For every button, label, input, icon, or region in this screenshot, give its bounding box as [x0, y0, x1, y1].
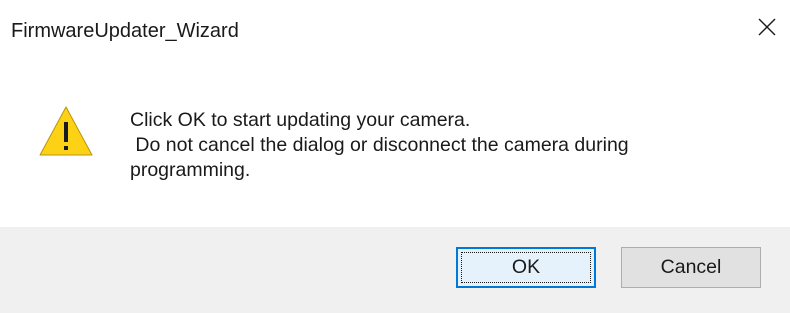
- dialog-content: Click OK to start updating your camera. …: [0, 62, 790, 227]
- cancel-button[interactable]: Cancel: [621, 247, 761, 288]
- close-button[interactable]: [750, 10, 784, 44]
- dialog-message: Click OK to start updating your camera. …: [130, 109, 629, 181]
- ok-button-label: OK: [511, 256, 541, 278]
- ok-button[interactable]: OK: [456, 247, 596, 288]
- close-icon: [758, 18, 776, 36]
- button-bar: OK Cancel: [0, 227, 790, 313]
- window-title: FirmwareUpdater_Wizard: [11, 20, 239, 42]
- cancel-button-label: Cancel: [660, 256, 722, 278]
- warning-icon: [39, 106, 93, 156]
- dialog-window: FirmwareUpdater_Wizard Click OK to start…: [0, 0, 790, 313]
- title-bar: FirmwareUpdater_Wizard: [0, 0, 790, 62]
